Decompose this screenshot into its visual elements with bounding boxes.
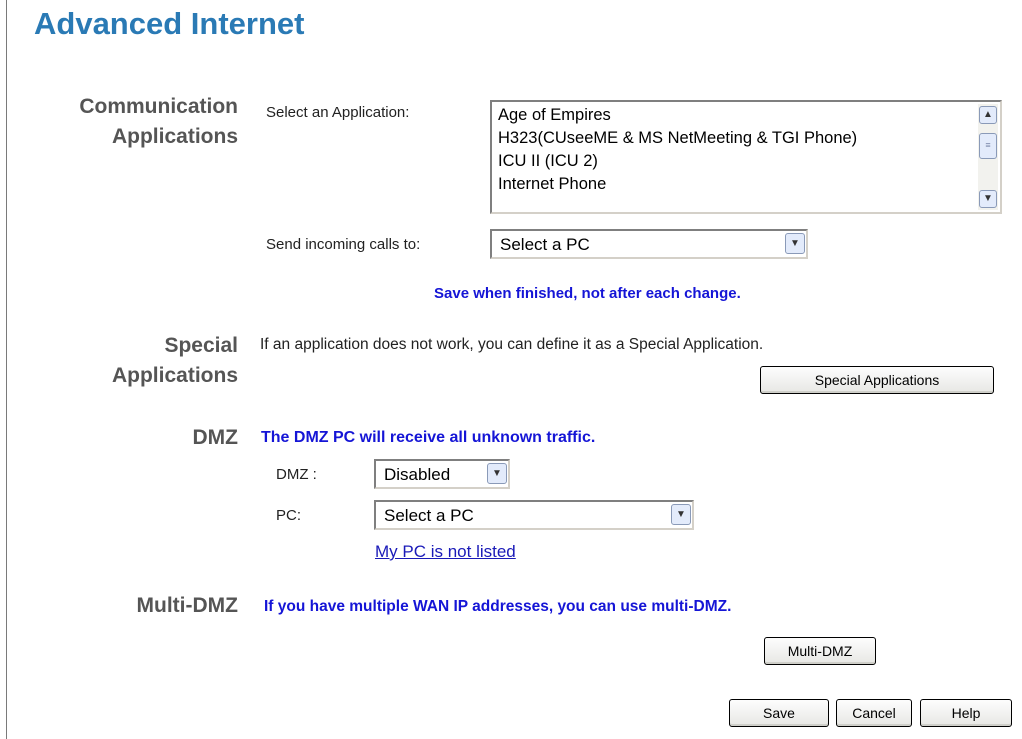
application-option-icu-ii[interactable]: ICU II (ICU 2)	[498, 150, 972, 173]
scrollbar-thumb[interactable]: ≡	[979, 133, 997, 159]
page-title: Advanced Internet	[34, 6, 305, 41]
dmz-pc-select[interactable]: Select a PC ▼	[374, 500, 694, 530]
save-when-finished-note: Save when finished, not after each chang…	[434, 285, 741, 302]
dmz-status-value: Disabled	[384, 465, 451, 484]
chevron-down-icon[interactable]: ▼	[785, 233, 805, 254]
scroll-down-arrow-icon[interactable]: ▼	[979, 190, 997, 208]
incoming-calls-pc-value: Select a PC	[500, 235, 590, 254]
special-applications-heading: Special Applications	[112, 331, 238, 391]
special-heading-line2: Applications	[111, 364, 238, 387]
communication-heading-line1: Communication	[79, 95, 238, 118]
dmz-note: The DMZ PC will receive all unknown traf…	[261, 429, 596, 446]
dmz-pc-value: Select a PC	[384, 506, 474, 525]
special-heading-line1: Special	[164, 334, 238, 357]
application-option-h323[interactable]: H323(CUseeME & MS NetMeeting & TGI Phone…	[498, 127, 972, 150]
my-pc-not-listed-link[interactable]: My PC is not listed	[375, 542, 516, 562]
pc-label: PC:	[276, 507, 302, 524]
chevron-down-icon[interactable]: ▼	[671, 504, 691, 525]
application-listbox[interactable]: Age of Empires H323(CUseeME & MS NetMeet…	[490, 100, 1002, 214]
communication-applications-heading: Communication Applications	[79, 92, 238, 152]
dmz-label: DMZ :	[276, 466, 317, 483]
application-listbox-scrollbar[interactable]: ▲ ≡ ▼	[978, 104, 998, 210]
dmz-status-select[interactable]: Disabled ▼	[374, 459, 510, 489]
dmz-heading: DMZ	[192, 426, 239, 449]
incoming-calls-pc-select[interactable]: Select a PC ▼	[490, 229, 808, 259]
left-border-line	[6, 0, 7, 739]
multi-dmz-button[interactable]: Multi-DMZ	[764, 637, 876, 665]
communication-heading-line2: Applications	[111, 125, 238, 148]
select-application-label: Select an Application:	[266, 104, 410, 121]
application-list: Age of Empires H323(CUseeME & MS NetMeet…	[498, 104, 972, 196]
send-incoming-calls-label: Send incoming calls to:	[266, 236, 421, 253]
cancel-button[interactable]: Cancel	[836, 699, 912, 727]
special-applications-button[interactable]: Special Applications	[760, 366, 994, 394]
help-button[interactable]: Help	[920, 699, 1012, 727]
multi-dmz-note: If you have multiple WAN IP addresses, y…	[264, 598, 732, 615]
application-option-age-of-empires[interactable]: Age of Empires	[498, 104, 972, 127]
application-option-internet-phone[interactable]: Internet Phone	[498, 173, 972, 196]
special-applications-description: If an application does not work, you can…	[260, 336, 764, 353]
chevron-down-icon[interactable]: ▼	[487, 463, 507, 484]
save-button[interactable]: Save	[729, 699, 829, 727]
multi-dmz-heading: Multi-DMZ	[136, 594, 238, 617]
scroll-up-arrow-icon[interactable]: ▲	[979, 106, 997, 124]
